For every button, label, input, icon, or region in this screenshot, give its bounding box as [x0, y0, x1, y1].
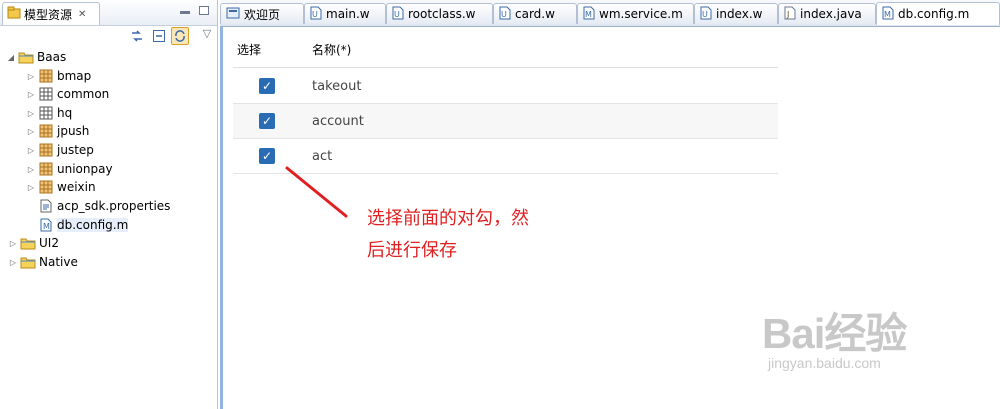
annotation-text: 选择前面的对勾，然 后进行保存 — [367, 203, 567, 267]
watermark-brand: Bai经验 — [762, 310, 907, 357]
annotation-line-1: 选择前面的对勾，然 — [367, 208, 529, 229]
baidu-jingyan-watermark: Bai经验 jingyan.baidu.com — [762, 300, 907, 371]
annotation-line-2: 后进行保存 — [367, 240, 457, 261]
